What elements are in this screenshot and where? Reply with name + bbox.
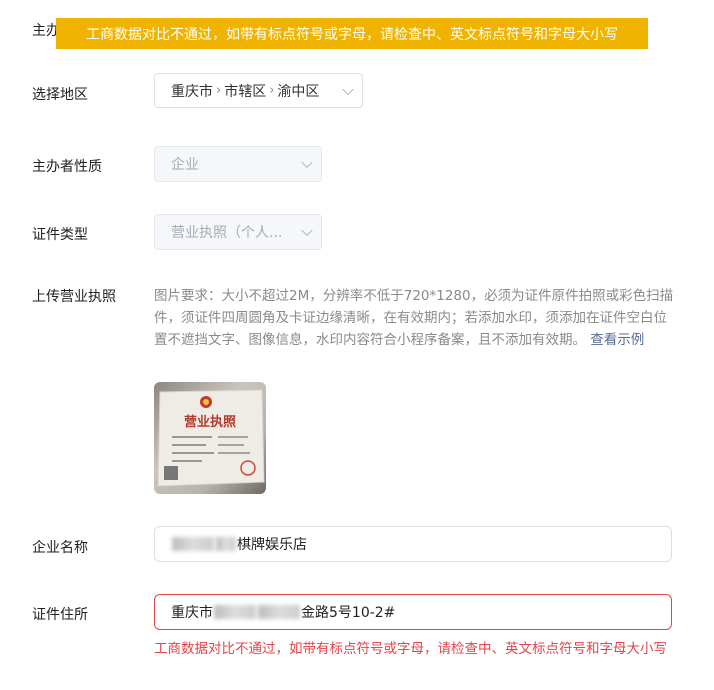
org-nature-select[interactable]: 企业: [154, 146, 322, 182]
cert-address-input[interactable]: 重庆市 金路5号10-2#: [154, 594, 672, 630]
cert-type-value: 营业执照（个人...: [171, 225, 283, 241]
region-district: 渝中区: [277, 83, 320, 100]
toast-message: 工商数据对比不通过，如带有标点符号或字母，请检查中、英文标点符号和字母大小写: [86, 26, 618, 43]
company-name-label: 企业名称: [32, 540, 88, 556]
cert-type-label: 证件类型: [32, 227, 88, 243]
chevron-down-icon: [301, 224, 313, 237]
error-toast: 工商数据对比不通过，如带有标点符号或字母，请检查中、英文标点符号和字母大小写: [56, 18, 648, 49]
cert-address-label: 证件住所: [32, 607, 88, 623]
company-name-input[interactable]: 棋牌娱乐店: [154, 526, 672, 562]
redacted-text: [172, 537, 214, 551]
license-image: 营业执照: [157, 389, 265, 487]
chevron-right-icon: ›: [216, 83, 222, 98]
cert-address-prefix: 重庆市: [171, 605, 213, 621]
region-select[interactable]: 重庆市 › 市辖区 › 渝中区: [154, 73, 363, 108]
chevron-down-icon: [301, 156, 313, 169]
cert-address-error: 工商数据对比不通过，如带有标点符号或字母，请检查中、英文标点符号和字母大小写: [154, 641, 667, 657]
region-label: 选择地区: [32, 87, 88, 103]
org-nature-label: 主办者性质: [32, 159, 102, 175]
upload-license-label: 上传营业执照: [32, 289, 116, 305]
region-province: 重庆市: [171, 83, 213, 100]
cert-type-select[interactable]: 营业执照（个人...: [154, 214, 322, 250]
license-title: 营业执照: [184, 414, 236, 430]
redacted-text: [214, 605, 256, 619]
chevron-right-icon: ›: [269, 83, 275, 98]
org-nature-value: 企业: [171, 157, 199, 173]
redacted-text: [258, 605, 300, 619]
view-example-link[interactable]: 查看示例: [590, 332, 644, 348]
cert-address-suffix: 金路5号10-2#: [301, 605, 396, 621]
company-name-value: 棋牌娱乐店: [237, 537, 307, 553]
license-thumbnail[interactable]: 营业执照: [154, 382, 266, 494]
chevron-down-icon: [342, 83, 354, 95]
region-city: 市辖区: [224, 83, 267, 100]
upload-requirements: 图片要求：大小不超过2M，分辨率不低于720*1280，必须为证件原件拍照或彩色…: [154, 285, 674, 351]
redacted-text: [216, 537, 236, 551]
